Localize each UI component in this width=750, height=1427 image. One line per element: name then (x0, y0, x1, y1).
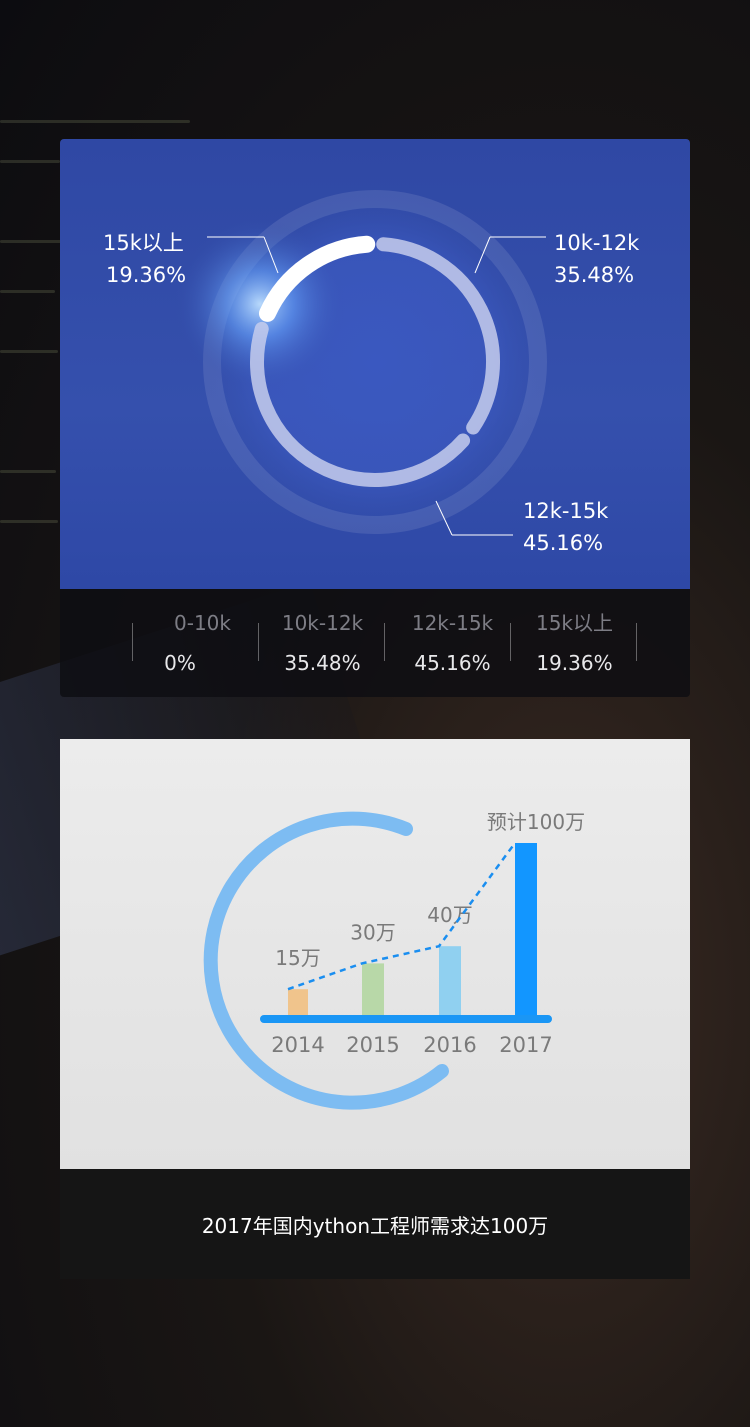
divider (132, 623, 133, 661)
data-label: 预计100万 (487, 810, 585, 834)
data-label: 30万 (350, 920, 395, 944)
trend-line (287, 842, 517, 991)
bar-2016 (439, 946, 461, 1015)
code-line-decoration (0, 160, 60, 163)
decorative-c-arc (203, 811, 449, 1110)
code-line-decoration (0, 470, 56, 473)
code-line-decoration (0, 350, 58, 353)
callout-12k-15k: 12k-15k 45.16% (523, 495, 608, 559)
x-tick-label: 2016 (423, 1033, 476, 1057)
x-tick-label: 2014 (271, 1033, 324, 1057)
callout-label: 15k以上 (103, 231, 184, 255)
callout-label: 12k-15k (523, 499, 609, 523)
stat-column: 15k以上 19.36% (512, 609, 637, 677)
callout-10k-12k: 10k-12k 35.48% (554, 227, 639, 291)
demand-bar-card: 2014 15万 2015 30万 2016 40万 2017 预计100万 (60, 739, 690, 1169)
bar-2017 (515, 843, 537, 1015)
stat-column: 0-10k 0% (140, 609, 265, 677)
demand-bar-chart: 2014 15万 2015 30万 2016 40万 2017 预计100万 (203, 810, 585, 1110)
salary-stats-legend: 0-10k 0% 10k-12k 35.48% 12k-15k 45.16% 1… (60, 589, 690, 697)
callout-label: 10k-12k (554, 231, 640, 255)
callout-value: 45.16% (523, 531, 604, 555)
stat-column: 12k-15k 45.16% (390, 609, 515, 677)
salary-donut-card: 15k以上 19.36% 10k-12k 35.48% 12k-15k 45.1… (60, 139, 690, 589)
stat-label: 15k以上 (535, 611, 614, 635)
stat-value: 0% (164, 651, 196, 675)
callout-15k-plus: 15k以上 19.36% (103, 227, 186, 291)
stat-value: 45.16% (414, 651, 491, 675)
stat-column: 10k-12k 35.48% (260, 609, 385, 677)
data-label: 40万 (427, 903, 472, 927)
bar-2014 (288, 989, 308, 1015)
x-tick-label: 2017 (499, 1033, 552, 1057)
bar-2015 (362, 963, 384, 1015)
data-label: 15万 (275, 946, 320, 970)
callout-value: 35.48% (554, 263, 635, 287)
caption-bar: 2017年国内ython工程师需求达100万 (60, 1169, 690, 1279)
code-line-decoration (0, 520, 58, 523)
stat-value: 35.48% (284, 651, 361, 675)
code-line-decoration (0, 120, 190, 123)
callout-value: 19.36% (106, 263, 187, 287)
caption-text: 2017年国内ython工程师需求达100万 (201, 1213, 549, 1238)
x-tick-label: 2015 (346, 1033, 399, 1057)
stat-label: 10k-12k (281, 611, 364, 635)
stat-value: 19.36% (536, 651, 613, 675)
stat-label: 0-10k (174, 611, 231, 635)
code-line-decoration (0, 290, 55, 293)
stat-label: 12k-15k (411, 611, 494, 635)
